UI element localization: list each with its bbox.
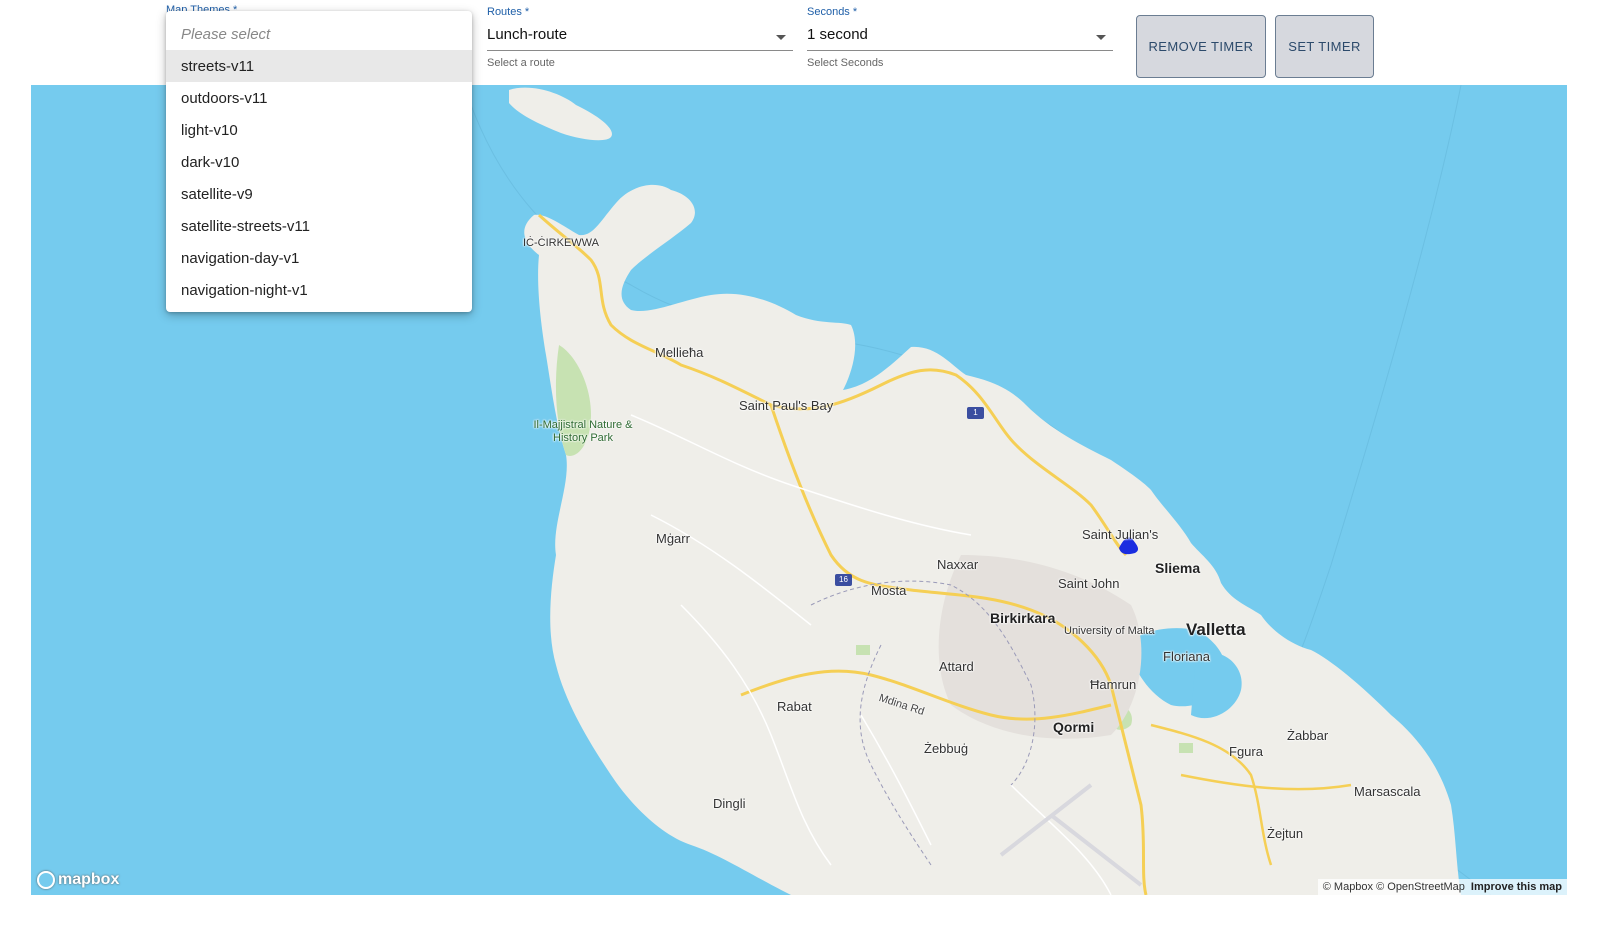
map-label-zejtun: Żejtun (1267, 826, 1304, 841)
seconds-label: Seconds * (807, 6, 858, 18)
map-label-sliema: Sliema (1155, 560, 1201, 576)
map-label-cirkewwa: IĊ-ĊIRKEWWA (523, 237, 599, 249)
map-attribution: © Mapbox © OpenStreetMap Improve this ma… (1317, 879, 1567, 895)
park-area (856, 645, 870, 655)
theme-option-satellite-v9[interactable]: satellite-v9 (166, 178, 472, 210)
attribution-text[interactable]: © Mapbox © OpenStreetMap (1323, 881, 1465, 893)
map-label-floriana: Floriana (1163, 649, 1210, 664)
road-badge-16: 16 (835, 574, 852, 586)
map-label-birkirkara: Birkirkara (990, 610, 1056, 626)
map-label-saint-julians: Saint Julian's (1082, 527, 1159, 542)
map-label-fgura: Fgura (1229, 744, 1263, 759)
sea-current-line (1270, 85, 1462, 706)
improve-map-link[interactable]: Improve this map (1471, 881, 1562, 893)
map-label-mosta: Mosta (871, 583, 907, 598)
set-timer-button[interactable]: SET TIMER (1275, 15, 1374, 78)
seconds-value[interactable]: 1 second (807, 26, 868, 43)
map-label-saint-pauls-bay: Saint Paul's Bay (739, 398, 834, 413)
routes-label: Routes * (487, 6, 530, 18)
remove-timer-button[interactable]: REMOVE TIMER (1136, 15, 1266, 78)
map-label-saint-john: Saint John (1058, 576, 1120, 591)
chevron-down-icon[interactable] (1096, 35, 1106, 40)
theme-option-satellite-streets-v11[interactable]: satellite-streets-v11 (166, 210, 472, 242)
map-label-university: University of Malta (1064, 625, 1155, 637)
map-themes-placeholder[interactable]: Please select (166, 11, 472, 50)
map-label-zebbug: Żebbuġ (924, 741, 969, 756)
theme-option-streets-v11[interactable]: streets-v11 (166, 50, 472, 82)
map-label-naxxar: Naxxar (937, 557, 979, 572)
map-label-attard: Attard (939, 659, 974, 674)
theme-option-navigation-day-v1[interactable]: navigation-day-v1 (166, 242, 472, 274)
mapbox-logo[interactable]: mapbox (37, 871, 119, 889)
map-label-dingli: Dingli (713, 796, 746, 811)
mapbox-logo-icon (37, 871, 55, 889)
land-islet (509, 87, 612, 141)
map-themes-dropdown[interactable]: Please select streets-v11 outdoors-v11 l… (166, 11, 472, 312)
routes-underline (487, 50, 793, 51)
routes-value[interactable]: Lunch-route (487, 26, 567, 43)
theme-option-dark-v10[interactable]: dark-v10 (166, 146, 472, 178)
map-label-valletta: Valletta (1186, 620, 1246, 639)
park-area (1179, 743, 1193, 753)
map-label-mgarr: Mġarr (656, 531, 690, 546)
map-label-qormi: Qormi (1053, 719, 1095, 735)
theme-option-navigation-night-v1[interactable]: navigation-night-v1 (166, 274, 472, 306)
theme-option-outdoors-v11[interactable]: outdoors-v11 (166, 82, 472, 114)
map-label-rabat: Rabat (777, 699, 812, 714)
map-label-hamrun: Ħamrun (1090, 677, 1137, 692)
map-label-marsascala: Marsascala (1354, 784, 1421, 799)
theme-option-light-v10[interactable]: light-v10 (166, 114, 472, 146)
seconds-helper: Select Seconds (807, 57, 884, 69)
map-label-majjistral: Il-Majjistral Nature & History Park (533, 419, 633, 444)
road-badge-1: 1 (967, 407, 984, 419)
routes-helper: Select a route (487, 57, 555, 69)
mapbox-logo-text: mapbox (58, 871, 120, 888)
map-label-zabbar: Żabbar (1287, 728, 1329, 743)
map-label-mellieha: Mellieħa (655, 345, 704, 360)
chevron-down-icon[interactable] (776, 35, 786, 40)
seconds-underline (807, 50, 1113, 51)
